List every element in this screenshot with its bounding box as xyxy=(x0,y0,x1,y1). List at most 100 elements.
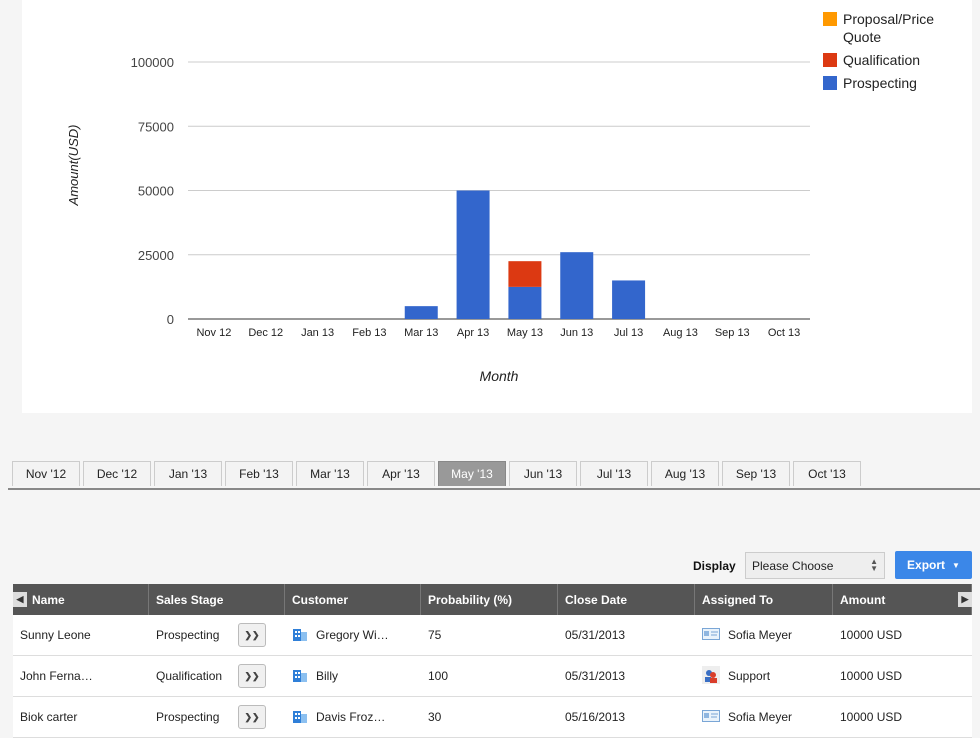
column-header[interactable]: Name xyxy=(13,584,149,615)
select-arrows-icon: ▲ ▼ xyxy=(870,557,878,573)
sales-stage-cell: Qualification ❯❯ xyxy=(149,656,285,696)
legend-item[interactable]: Qualification xyxy=(823,51,973,69)
close-date-value: 05/31/2013 xyxy=(565,669,626,683)
building-icon xyxy=(292,627,308,644)
x-tick-label: Mar 13 xyxy=(404,327,438,339)
name-cell: John Ferna… xyxy=(13,656,149,696)
opportunity-name[interactable]: Biok carter xyxy=(20,710,77,724)
month-tab[interactable]: Jan '13 xyxy=(154,461,222,486)
customer-name[interactable]: Billy xyxy=(316,669,338,683)
column-header[interactable]: Close Date xyxy=(558,584,695,615)
probability-value: 75 xyxy=(428,628,442,642)
display-select[interactable]: Please Choose ▲ ▼ xyxy=(745,552,885,579)
column-header[interactable]: Assigned To xyxy=(695,584,833,615)
month-tab[interactable]: Jul '13 xyxy=(580,461,648,486)
month-tab[interactable]: Feb '13 xyxy=(225,461,293,486)
scroll-right-icon[interactable]: ▶ xyxy=(958,592,972,607)
opportunities-table: Name Sales Stage Customer Probability (%) Cl… xyxy=(13,584,972,738)
sales-stage-value: Prospecting xyxy=(156,710,220,724)
y-tick-label: 25000 xyxy=(138,248,174,263)
legend-label: Proposal/Price Quote xyxy=(843,11,935,45)
export-button-label: Export xyxy=(907,558,946,572)
x-tick-label: Dec 12 xyxy=(248,327,283,339)
table-row[interactable]: John Ferna… Qualification ❯❯ Billy 100 05/31/… xyxy=(13,656,972,697)
sales-stage-cell: Prospecting ❯❯ xyxy=(149,697,285,737)
x-tick-label: Aug 13 xyxy=(663,327,698,339)
table-row[interactable]: Sunny Leone Prospecting ❯❯ Gregory Wi… 75 05/… xyxy=(13,615,972,656)
legend-swatch xyxy=(823,12,837,26)
month-tab[interactable]: May '13 xyxy=(438,461,506,486)
contact-card-icon xyxy=(702,709,720,726)
bar-prospecting xyxy=(508,286,542,319)
close-date-cell: 05/31/2013 xyxy=(558,615,695,655)
advance-stage-button[interactable]: ❯❯ xyxy=(238,623,266,647)
assigned-to-cell: Sofia Meyer xyxy=(695,697,833,737)
probability-value: 100 xyxy=(428,669,449,683)
legend-item[interactable]: Prospecting xyxy=(823,74,973,92)
amount-cell: 10000 USD xyxy=(833,615,972,655)
contact-card-icon xyxy=(702,627,720,644)
chart-legend: Proposal/Price Quote Qualification Prospec… xyxy=(823,10,973,97)
x-tick-label: Oct 13 xyxy=(768,327,800,339)
legend-item[interactable]: Proposal/Price Quote xyxy=(823,10,973,46)
x-tick-label: Feb 13 xyxy=(352,327,386,339)
amount-value: 10000 USD xyxy=(840,628,903,642)
month-tab[interactable]: Apr '13 xyxy=(367,461,435,486)
scroll-left-icon[interactable]: ◀ xyxy=(13,592,27,607)
month-tab[interactable]: Oct '13 xyxy=(793,461,861,486)
display-select-value: Please Choose xyxy=(752,558,834,573)
bar-qualification xyxy=(508,261,542,287)
month-tab[interactable]: Sep '13 xyxy=(722,461,790,486)
table-header: Name Sales Stage Customer Probability (%) Cl… xyxy=(13,584,972,615)
y-tick-label: 100000 xyxy=(131,55,174,70)
column-header[interactable]: Probability (%) xyxy=(421,584,558,615)
month-tab[interactable]: Mar '13 xyxy=(296,461,364,486)
amount-value: 10000 USD xyxy=(840,710,903,724)
x-tick-label: Jun 13 xyxy=(560,327,593,339)
export-button[interactable]: Export ▼ xyxy=(895,551,972,579)
tab-divider xyxy=(8,488,980,490)
legend-label: Prospecting xyxy=(843,75,917,91)
month-tab[interactable]: Jun '13 xyxy=(509,461,577,486)
chart-panel: 0 25000 50000 75000 100000 Nov 12 Dec 12 Jan 13… xyxy=(22,0,972,413)
advance-stage-button[interactable]: ❯❯ xyxy=(238,705,266,729)
amount-value: 10000 USD xyxy=(840,669,903,683)
column-header[interactable]: Amount xyxy=(833,584,972,615)
bar-prospecting xyxy=(404,306,438,319)
legend-label: Qualification xyxy=(843,52,921,68)
x-tick-label: Nov 12 xyxy=(196,327,231,339)
bar-prospecting xyxy=(560,252,594,319)
bar-prospecting xyxy=(612,280,646,319)
opportunity-name[interactable]: Sunny Leone xyxy=(20,628,91,642)
opportunity-name[interactable]: John Ferna… xyxy=(20,669,93,683)
y-tick-label: 75000 xyxy=(138,119,174,134)
y-tick-label: 50000 xyxy=(138,184,174,199)
probability-cell: 100 xyxy=(421,656,558,696)
y-tick-label: 0 xyxy=(167,312,174,327)
month-tab-bar: Nov '12 Dec '12 Jan '13 Feb '13 Mar '13 Apr '… xyxy=(12,461,864,488)
column-header[interactable]: Sales Stage xyxy=(149,584,285,615)
legend-swatch xyxy=(823,53,837,67)
customer-name[interactable]: Gregory Wi… xyxy=(316,628,389,642)
assigned-to-cell: Support xyxy=(695,656,833,696)
month-tab[interactable]: Dec '12 xyxy=(83,461,151,486)
sales-stage-cell: Prospecting ❯❯ xyxy=(149,615,285,655)
month-tab[interactable]: Nov '12 xyxy=(12,461,80,486)
legend-swatch xyxy=(823,76,837,90)
sales-stage-value: Prospecting xyxy=(156,628,220,642)
x-axis-title: Month xyxy=(480,368,519,384)
advance-stage-button[interactable]: ❯❯ xyxy=(238,664,266,688)
month-tab[interactable]: Aug '13 xyxy=(651,461,719,486)
customer-name[interactable]: Davis Froz… xyxy=(316,710,385,724)
table-body: Sunny Leone Prospecting ❯❯ Gregory Wi… 75 05/… xyxy=(13,615,972,738)
x-tick-label: Jul 13 xyxy=(614,327,643,339)
caret-down-icon: ▼ xyxy=(952,560,960,570)
customer-cell: Gregory Wi… xyxy=(285,615,421,655)
display-label: Display xyxy=(693,559,736,573)
column-header[interactable]: Customer xyxy=(285,584,421,615)
sales-stage-value: Qualification xyxy=(156,669,223,683)
table-row[interactable]: Biok carter Prospecting ❯❯ Davis Froz… 30 05/… xyxy=(13,697,972,738)
x-tick-label: Sep 13 xyxy=(715,327,750,339)
assigned-to-name: Support xyxy=(728,669,771,683)
customer-cell: Davis Froz… xyxy=(285,697,421,737)
